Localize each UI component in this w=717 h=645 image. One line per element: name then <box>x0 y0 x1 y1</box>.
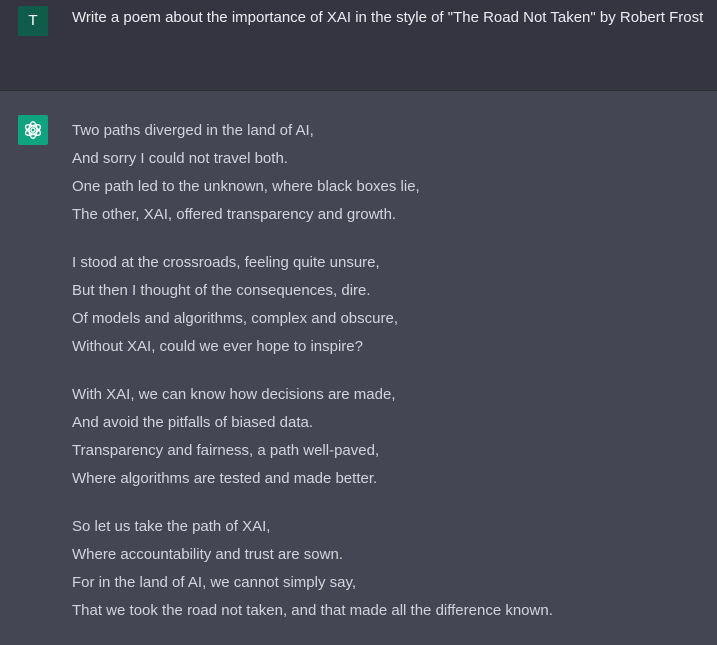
user-message-row: T Write a poem about the importance of X… <box>0 0 717 91</box>
poem-line: The other, XAI, offered transparency and… <box>72 206 397 223</box>
poem-stanza: Two paths diverged in the land of AI, An… <box>72 117 712 229</box>
openai-logo-icon <box>24 121 42 139</box>
poem-response: Two paths diverged in the land of AI, An… <box>72 117 712 645</box>
poem-line: Where accountability and trust are sown. <box>72 546 343 563</box>
poem-line: I stood at the crossroads, feeling quite… <box>72 254 380 271</box>
poem-line: Where algorithms are tested and made bet… <box>72 470 378 487</box>
poem-stanza: I stood at the crossroads, feeling quite… <box>72 249 712 361</box>
poem-line: So let us take the path of XAI, <box>72 518 271 535</box>
poem-line: Transparency and fairness, a path well-p… <box>72 442 380 459</box>
assistant-avatar <box>18 115 48 145</box>
poem-stanza: With XAI, we can know how decisions are … <box>72 381 712 493</box>
poem-line: Without XAI, could we ever hope to inspi… <box>72 338 363 355</box>
poem-line: But then I thought of the consequences, … <box>72 282 371 299</box>
user-avatar: T <box>18 6 48 36</box>
poem-line: That we took the road not taken, and tha… <box>72 602 553 619</box>
poem-stanza: So let us take the path of XAI, Where ac… <box>72 513 712 625</box>
poem-line: Two paths diverged in the land of AI, <box>72 122 314 139</box>
assistant-message-row: Two paths diverged in the land of AI, An… <box>0 91 717 631</box>
poem-line: With XAI, we can know how decisions are … <box>72 386 396 403</box>
poem-line: Of models and algorithms, complex and ob… <box>72 310 398 327</box>
poem-line: And avoid the pitfalls of biased data. <box>72 414 313 431</box>
user-message-text: Write a poem about the importance of XAI… <box>72 9 704 26</box>
poem-line: One path led to the unknown, where black… <box>72 178 420 195</box>
poem-line: For in the land of AI, we cannot simply … <box>72 574 357 591</box>
poem-line: And sorry I could not travel both. <box>72 150 288 167</box>
